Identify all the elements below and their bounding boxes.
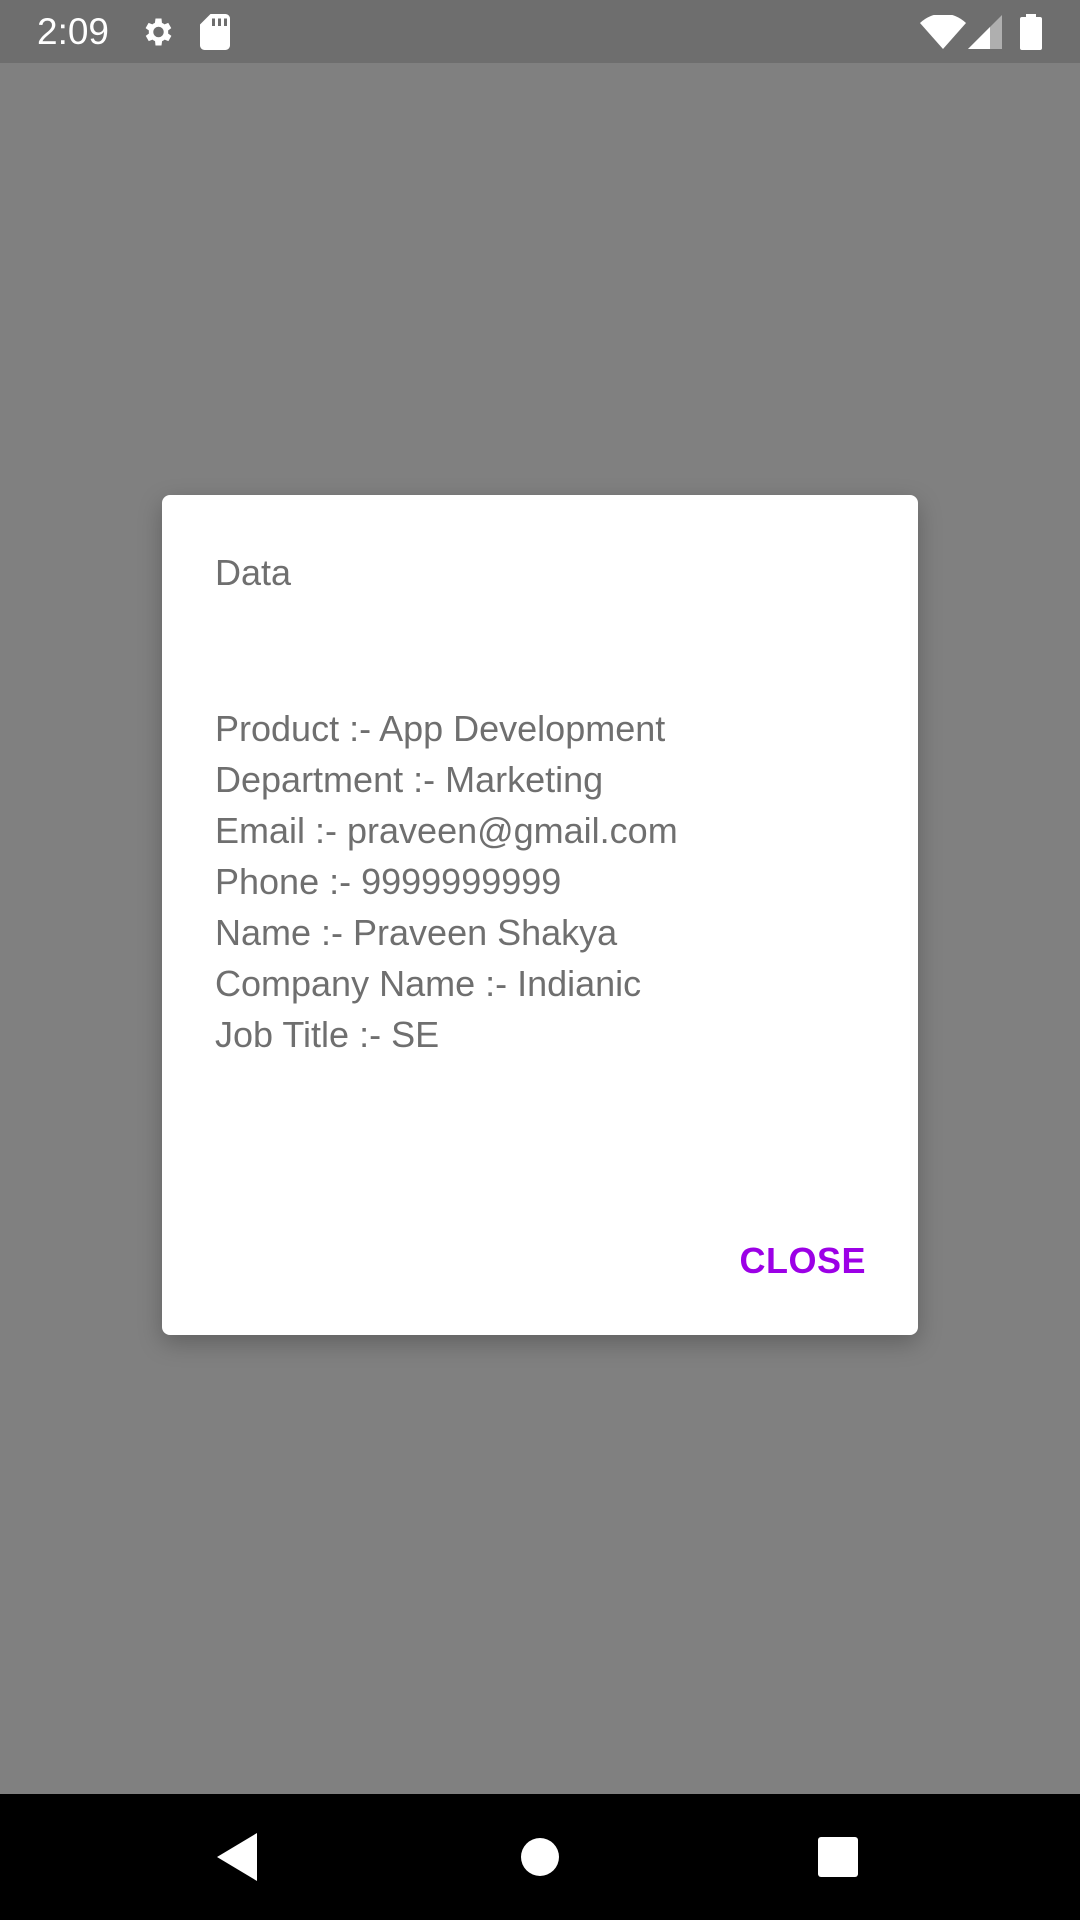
- company-name-line: Company Name :- Indianic: [215, 963, 642, 1004]
- status-time: 2:09: [37, 11, 110, 52]
- data-dialog: Data Product :- App Development Departme…: [162, 495, 918, 1335]
- dialog-body: Product :- App Development Department :-…: [215, 703, 875, 1060]
- signal-icon: [968, 15, 1002, 49]
- email-line: Email :- praveen@gmail.com: [215, 810, 678, 851]
- wifi-icon: [920, 15, 966, 49]
- name-line: Name :- Praveen Shakya: [215, 912, 618, 953]
- home-icon[interactable]: [512, 1829, 568, 1885]
- gear-icon: [145, 18, 172, 46]
- department-line: Department :- Marketing: [215, 759, 604, 800]
- navigation-bar: [0, 1794, 1080, 1920]
- job-title-line: Job Title :- SE: [215, 1014, 440, 1055]
- close-button[interactable]: CLOSE: [739, 1240, 866, 1282]
- battery-icon: [1020, 14, 1042, 50]
- dialog-title: Data: [215, 552, 292, 593]
- screen: 2:09 Data Product :- App Development Dep…: [0, 0, 1080, 1920]
- sdcard-icon: [200, 14, 230, 50]
- back-icon[interactable]: [209, 1829, 265, 1885]
- status-bar: 2:09: [0, 0, 1080, 63]
- phone-line: Phone :- 9999999999: [215, 861, 562, 902]
- recents-icon[interactable]: [810, 1829, 866, 1885]
- product-line: Product :- App Development: [215, 708, 666, 749]
